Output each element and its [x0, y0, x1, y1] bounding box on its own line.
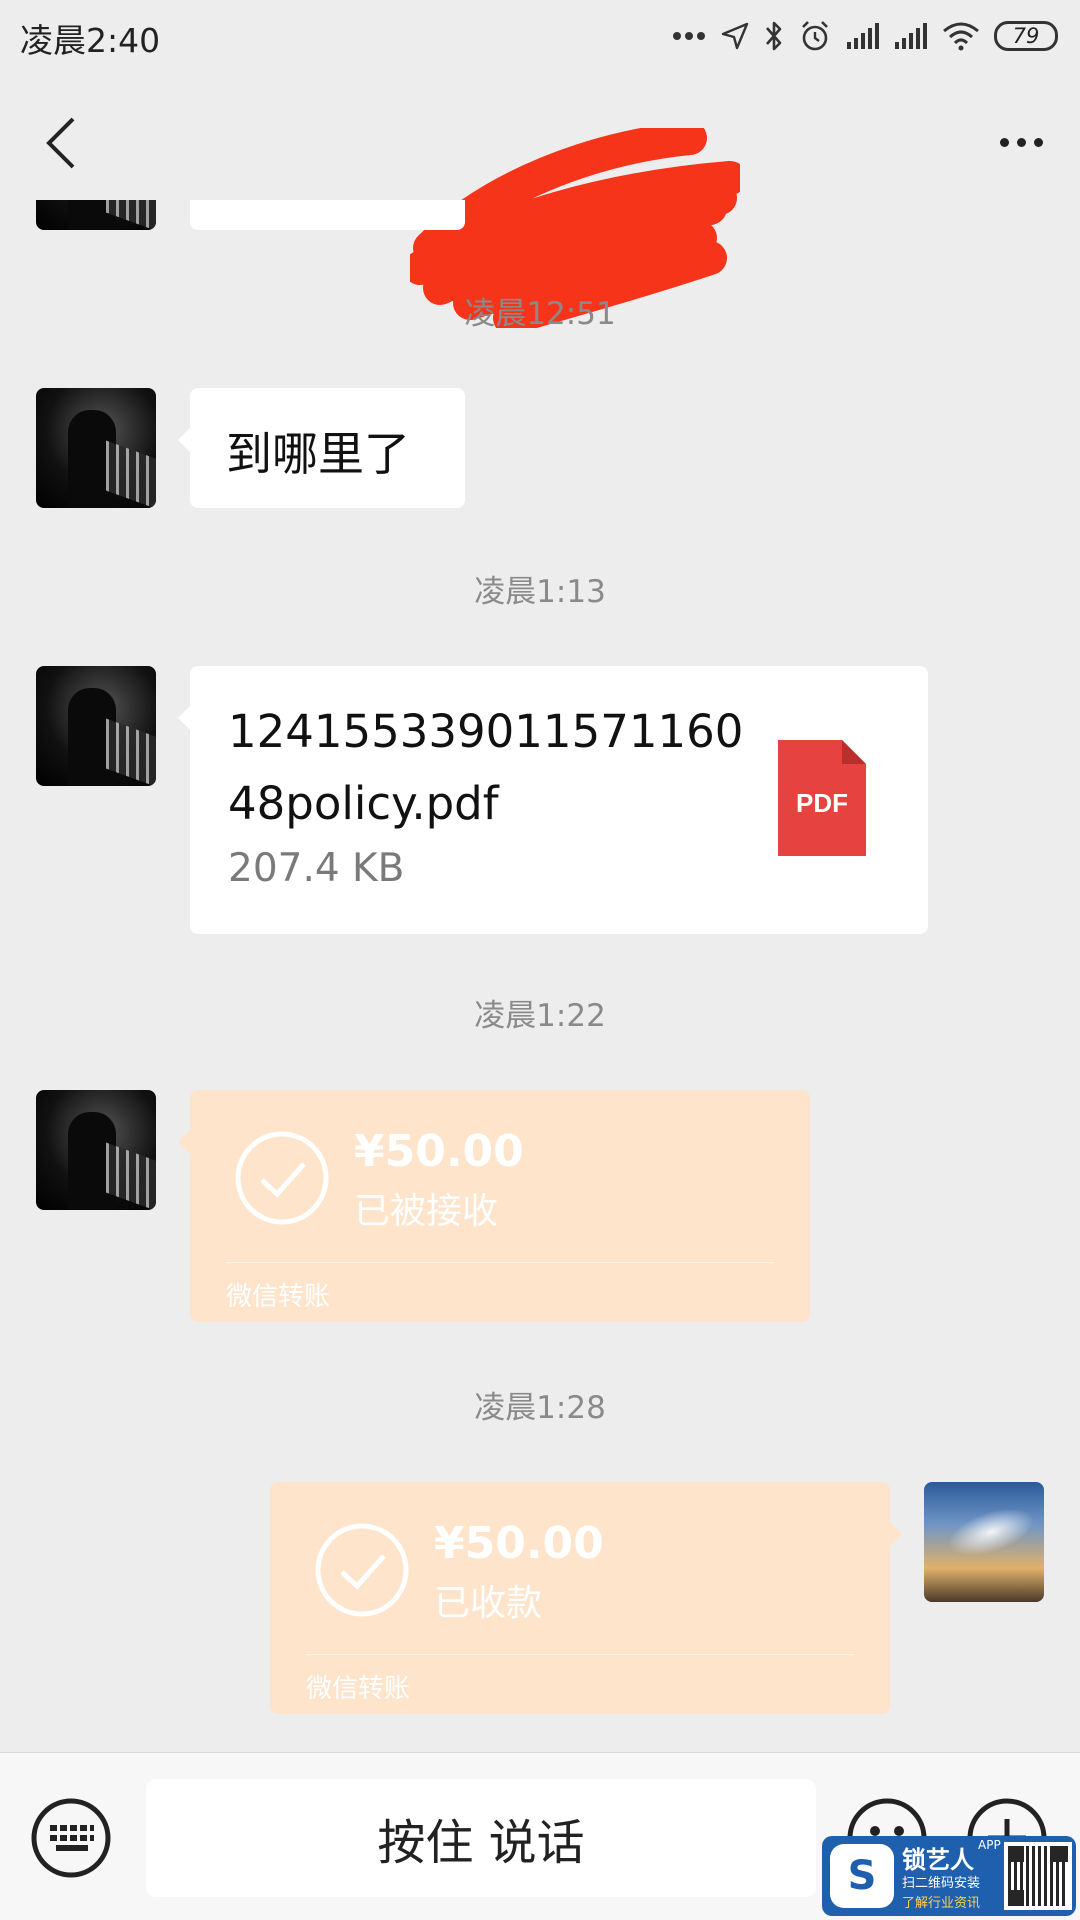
- transfer-divider: [226, 1262, 774, 1263]
- contact-avatar[interactable]: [36, 200, 156, 230]
- location-icon: [720, 21, 750, 51]
- more-dot-icon: [1033, 137, 1043, 147]
- self-avatar[interactable]: [924, 1482, 1044, 1602]
- qr-code-icon: [1004, 1842, 1072, 1910]
- battery-icon: 79: [994, 21, 1058, 51]
- more-notifications-icon: [672, 30, 706, 42]
- message-bubble[interactable]: 到哪里了: [178, 388, 465, 508]
- transfer-divider: [306, 1654, 854, 1655]
- chat-messages[interactable]: 凌晨12:51 到哪里了 凌晨1:13 124155339011571160 4…: [0, 200, 1080, 1750]
- timestamp: 凌晨1:28: [474, 1390, 606, 1426]
- timestamp: 凌晨1:22: [474, 998, 606, 1034]
- status-time: 凌晨2:40: [20, 21, 161, 60]
- status-bar: 凌晨2:40 79: [0, 0, 1080, 80]
- contact-avatar[interactable]: [36, 666, 156, 786]
- transfer-status: 已收款: [434, 1583, 543, 1624]
- keyboard-toggle-icon[interactable]: [30, 1797, 112, 1879]
- file-size: 207.4 KB: [228, 846, 405, 891]
- transfer-message-bubble[interactable]: ¥50.00 已被接收 微信转账: [178, 1090, 810, 1322]
- transfer-brand: 微信转账: [226, 1282, 331, 1312]
- transfer-message-bubble[interactable]: ¥50.00 已收款 微信转账: [270, 1482, 902, 1714]
- timestamp: 凌晨12:51: [464, 296, 616, 332]
- watermark-line1: 扫二维码安装: [902, 1876, 981, 1891]
- message-bubble-partial[interactable]: [190, 200, 465, 230]
- timestamp: 凌晨1:13: [474, 574, 606, 610]
- watermark-app-label: APP: [978, 1838, 1001, 1852]
- contact-avatar[interactable]: [36, 388, 156, 508]
- transfer-amount: ¥50.00: [434, 1518, 604, 1569]
- bluetooth-icon: [764, 19, 784, 53]
- status-icons: 79: [672, 14, 1058, 58]
- file-name: 124155339011571160 48policy.pdf: [228, 705, 744, 830]
- battery-level: 79: [1012, 24, 1040, 48]
- check-circle-icon: [315, 1523, 409, 1617]
- watermark-line2: 了解行业资讯: [902, 1896, 981, 1911]
- message-text: 到哪里了: [226, 427, 410, 481]
- pdf-file-icon: PDF: [778, 740, 866, 856]
- watermark-logo-icon: S: [830, 1844, 894, 1908]
- more-dot-icon: [1016, 137, 1026, 147]
- transfer-amount: ¥50.00: [354, 1126, 524, 1177]
- transfer-brand: 微信转账: [306, 1674, 411, 1704]
- check-circle-icon: [235, 1131, 329, 1225]
- back-button[interactable]: [30, 108, 90, 178]
- hold-to-talk-button[interactable]: 按住 说话: [146, 1779, 816, 1897]
- chevron-left-icon: [46, 117, 75, 169]
- alarm-icon: [798, 19, 832, 53]
- file-message-bubble[interactable]: 124155339011571160 48policy.pdf 207.4 KB…: [178, 666, 928, 934]
- contact-avatar[interactable]: [36, 1090, 156, 1210]
- pdf-label: PDF: [796, 788, 848, 818]
- more-dot-icon: [999, 137, 1009, 147]
- more-options-button[interactable]: [986, 110, 1056, 174]
- signal-2-icon: [894, 22, 928, 50]
- wifi-icon: [942, 21, 980, 51]
- transfer-status: 已被接收: [354, 1191, 499, 1232]
- watermark-name: 锁艺人: [902, 1846, 974, 1874]
- app-watermark: S 锁艺人 APP 扫二维码安装 了解行业资讯: [822, 1836, 1076, 1916]
- signal-1-icon: [846, 22, 880, 50]
- chat-header: [0, 90, 1080, 328]
